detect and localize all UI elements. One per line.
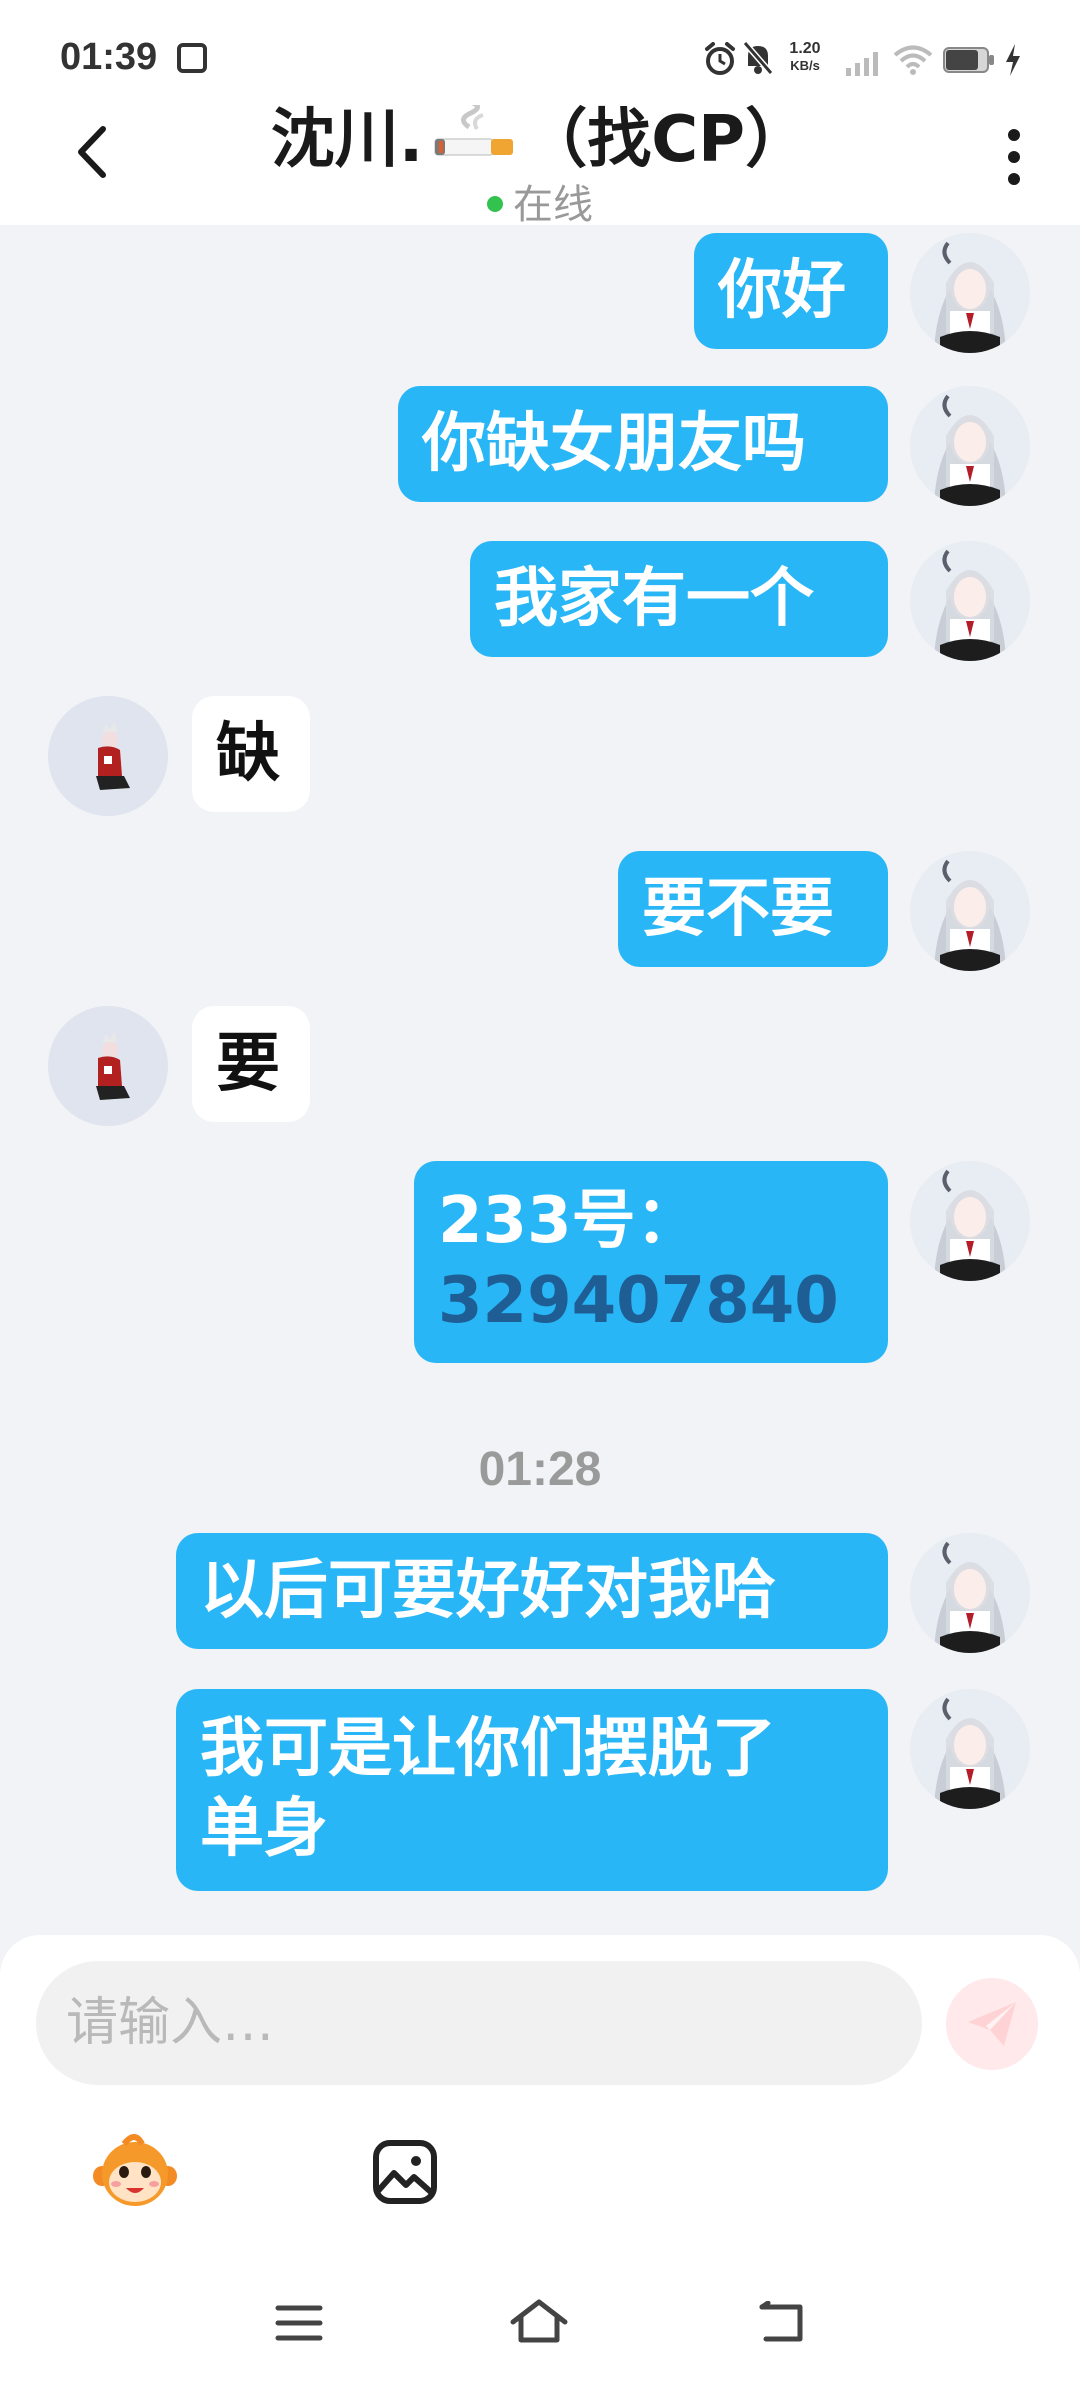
home-nav-button[interactable] <box>504 2291 574 2351</box>
my-avatar[interactable] <box>910 851 1030 971</box>
my-avatar[interactable] <box>910 1161 1030 1281</box>
contact-name: 沈川. <box>270 103 424 177</box>
message-timestamp: 01:28 <box>478 1443 602 1496</box>
incoming-message-bubble[interactable]: 缺 <box>192 696 310 812</box>
signal-icon <box>846 52 878 76</box>
status-time: 01:39 <box>60 36 158 78</box>
cigarette-emoji-icon <box>431 101 515 181</box>
message-row: 要不要 <box>0 843 1080 973</box>
anime-girl-avatar-icon <box>934 859 1006 971</box>
message-row: 你好 <box>0 225 1080 355</box>
battery-icon <box>943 47 994 73</box>
outgoing-message-bubble[interactable]: 我家有一个 <box>470 541 888 657</box>
figure-avatar-icon <box>96 1032 130 1100</box>
outgoing-message-bubble[interactable]: 233号： 329407840 <box>414 1161 888 1363</box>
back-nav-button[interactable] <box>746 2293 816 2353</box>
anime-girl-avatar-icon <box>934 1541 1006 1653</box>
message-row: 我可是让你们摆脱了 单身 <box>0 1681 1080 1891</box>
image-button[interactable] <box>360 2127 450 2217</box>
network-speed: 1.20 KB/s <box>789 40 821 73</box>
send-icon <box>968 2002 1016 2046</box>
message-input[interactable] <box>36 1961 922 2085</box>
online-dot-icon <box>487 196 503 212</box>
charging-icon <box>1006 44 1020 76</box>
anime-girl-avatar-icon <box>934 394 1006 506</box>
anime-girl-avatar-icon <box>934 1697 1006 1809</box>
wifi-icon <box>893 45 933 75</box>
chat-history[interactable]: 你好 你缺女朋友吗 我家有一个 缺 要不要 要 233号： 329407840 … <box>0 225 1080 1935</box>
outgoing-message-bubble[interactable]: 你好 <box>694 233 888 349</box>
menu-nav-button[interactable] <box>264 2293 334 2353</box>
contact-tag: （找CP） <box>523 103 810 177</box>
more-options-button[interactable] <box>992 122 1036 192</box>
outgoing-message-bubble[interactable]: 要不要 <box>618 851 888 967</box>
message-row: 你缺女朋友吗 <box>0 378 1080 508</box>
message-row: 233号： 329407840 <box>0 1153 1080 1363</box>
emoji-mascot-icon <box>93 2134 177 2206</box>
incoming-message-bubble[interactable]: 要 <box>192 1006 310 1122</box>
mute-bell-icon <box>742 41 774 75</box>
app-notification-icon <box>177 43 207 73</box>
back-icon <box>759 2301 803 2342</box>
outgoing-message-bubble[interactable]: 我可是让你们摆脱了 单身 <box>176 1689 888 1891</box>
emoji-button[interactable] <box>90 2127 180 2217</box>
composer-panel <box>0 1935 1080 2388</box>
my-avatar[interactable] <box>910 233 1030 353</box>
figure-avatar-icon <box>96 722 130 790</box>
contact-avatar[interactable] <box>48 696 168 816</box>
more-vertical-icon <box>1008 129 1020 185</box>
send-button[interactable] <box>946 1978 1038 2070</box>
outgoing-message-bubble[interactable]: 以后可要好好对我哈 <box>176 1533 888 1649</box>
image-icon <box>373 2140 437 2204</box>
anime-girl-avatar-icon <box>934 549 1006 661</box>
my-avatar[interactable] <box>910 386 1030 506</box>
number-text: 329407840 <box>438 1264 839 1338</box>
outgoing-message-bubble[interactable]: 你缺女朋友吗 <box>398 386 888 502</box>
my-avatar[interactable] <box>910 541 1030 661</box>
menu-icon <box>275 2305 323 2341</box>
message-row: 缺 <box>0 688 1080 818</box>
home-icon <box>510 2299 568 2343</box>
message-row: 以后可要好好对我哈 <box>0 1525 1080 1655</box>
chat-title: 沈川. （找CP） <box>0 88 1080 181</box>
anime-girl-avatar-icon <box>934 241 1006 353</box>
message-row: 我家有一个 <box>0 533 1080 663</box>
my-avatar[interactable] <box>910 1533 1030 1653</box>
my-avatar[interactable] <box>910 1689 1030 1809</box>
message-row: 要 <box>0 998 1080 1128</box>
top-bar: 01:39 1.20 KB/s 沈川. （找CP） 在线 <box>0 0 1080 228</box>
alarm-icon <box>705 42 735 75</box>
contact-avatar[interactable] <box>48 1006 168 1126</box>
anime-girl-avatar-icon <box>934 1169 1006 1281</box>
online-status: 在线 <box>0 172 1080 230</box>
